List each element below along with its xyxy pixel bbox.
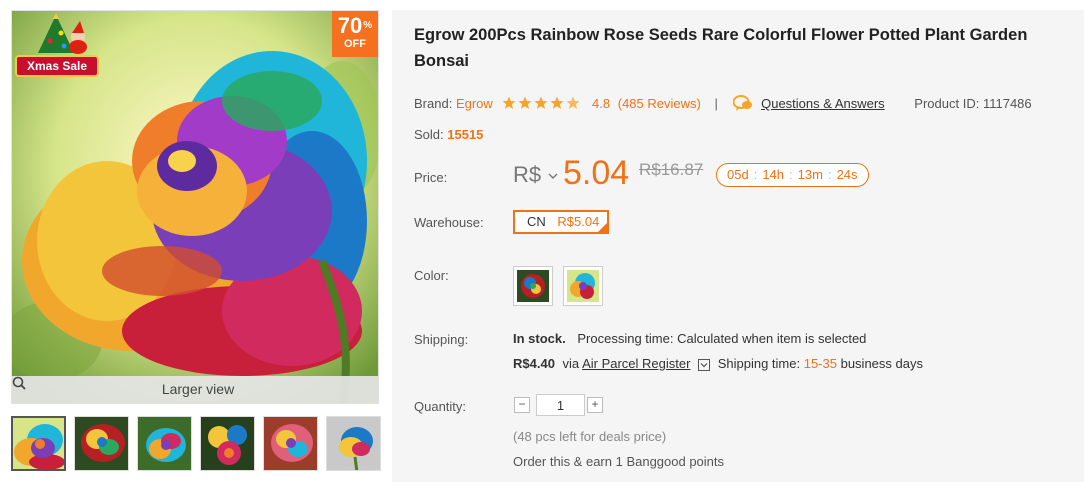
thumbnail-rainbow-rose-bouquet[interactable]	[200, 416, 255, 471]
original-price: R$16.87	[639, 160, 704, 179]
thumbnail-rainbow-rose-side[interactable]	[326, 416, 381, 471]
reviews-link[interactable]: (485 Reviews)	[618, 96, 701, 111]
questions-answers-link[interactable]: Questions & Answers	[761, 96, 885, 111]
thumbnail-strip	[11, 416, 381, 473]
rating-value: 4.8	[592, 95, 611, 111]
brand-label: Brand:	[414, 95, 453, 111]
thumbnail-red-rainbow-rose[interactable]	[74, 416, 129, 471]
sold-label: Sold:	[414, 127, 444, 142]
separator: |	[714, 95, 718, 111]
sold-row: Sold: 15515	[414, 127, 483, 142]
discount-off-label: OFF	[344, 38, 366, 50]
main-product-image[interactable]: Xmas Sale 70% OFF Larger view	[11, 10, 379, 404]
rating-stars-icon	[502, 96, 582, 113]
color-label: Color:	[414, 268, 449, 283]
shipping-label: Shipping:	[414, 332, 469, 347]
countdown-days: 05d	[727, 167, 749, 182]
chevron-down-icon[interactable]	[548, 169, 558, 183]
chevron-down-icon[interactable]	[698, 358, 711, 371]
sold-count: 15515	[447, 127, 484, 142]
product-id-value: 1117486	[982, 95, 1032, 111]
larger-view-button[interactable]: Larger view	[12, 376, 378, 403]
warehouse-option-cn[interactable]: CN R$5.04	[513, 210, 609, 234]
countdown-minutes: 13m	[797, 167, 823, 182]
shipping-method-row: R$4.40 via Air Parcel Register Shipping …	[513, 356, 923, 371]
color-option-rainbow-rose-light[interactable]	[563, 266, 603, 306]
shipping-method-link[interactable]: Air Parcel Register	[582, 356, 690, 371]
shipping-time-unit: business days	[840, 356, 923, 371]
quantity-input[interactable]	[536, 394, 585, 416]
shipping-time-label: Shipping time:	[717, 356, 801, 371]
thumbnail-rainbow-rose-closeup[interactable]	[11, 416, 66, 471]
shipping-cost: R$4.40	[513, 356, 555, 371]
warehouse-price: R$5.04	[557, 214, 600, 229]
discount-percent-sign: %	[363, 20, 373, 31]
countdown-seconds: 24s	[836, 167, 858, 182]
selected-check-icon	[598, 223, 607, 232]
deal-countdown: 05d:14h:13m:24s	[716, 163, 869, 187]
xmas-sale-label: Xmas Sale	[15, 55, 99, 77]
discount-percent: 70	[337, 13, 363, 38]
chat-bubble-icon	[732, 95, 753, 114]
quantity-decrease-button[interactable]: −	[514, 397, 530, 413]
price-label: Price:	[414, 170, 448, 185]
brand-rating-row: Brand: Egrow 4.8 (485 Reviews) | Questio…	[414, 95, 1032, 114]
countdown-hours: 14h	[762, 167, 785, 182]
points-note: Order this & earn 1 Banggood points	[513, 454, 725, 469]
deal-stock-note: (48 pcs left for deals price)	[513, 429, 667, 444]
brand-link[interactable]: Egrow	[456, 96, 493, 111]
warehouse-label: Warehouse:	[414, 215, 484, 230]
currency-selector[interactable]: R$	[513, 162, 541, 188]
color-option-rainbow-rose-dark[interactable]	[513, 266, 553, 306]
stock-row: In stock. Processing time: Calculated wh…	[513, 331, 866, 346]
stock-status: In stock.	[513, 331, 566, 346]
xmas-sale-badge: Xmas Sale	[12, 11, 104, 83]
shipping-via: via	[562, 356, 580, 371]
quantity-label: Quantity:	[414, 399, 467, 414]
larger-view-label: Larger view	[161, 381, 235, 397]
thumbnail-pink-rainbow-rose[interactable]	[263, 416, 318, 471]
thumbnail-rainbow-rose-green[interactable]	[137, 416, 192, 471]
current-price: 5.04	[563, 154, 630, 192]
quantity-increase-button[interactable]: +	[587, 397, 603, 413]
product-id-label: Product ID:	[914, 95, 980, 111]
warehouse-code: CN	[527, 214, 546, 229]
shipping-time-range: 15-35	[803, 356, 837, 371]
product-detail-panel: Egrow 200Pcs Rainbow Rose Seeds Rare Col…	[392, 10, 1084, 482]
processing-time-label: Processing time:	[577, 331, 674, 346]
discount-badge: 70% OFF	[332, 11, 378, 57]
processing-time-value: Calculated when item is selected	[677, 331, 867, 346]
product-title: Egrow 200Pcs Rainbow Rose Seeds Rare Col…	[414, 26, 1028, 70]
